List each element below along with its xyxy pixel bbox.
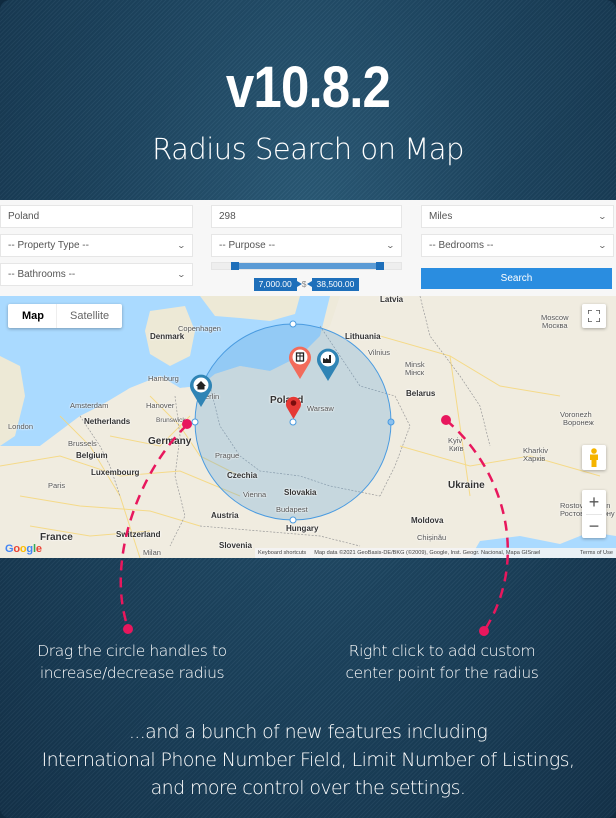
map-type-satellite[interactable]: Satellite [56, 304, 122, 328]
price-range-fill [231, 263, 384, 269]
unit-select[interactable]: Miles ⌄ [421, 205, 614, 228]
street-view-pegman-icon [590, 447, 598, 467]
price-max-label: 38,500.00 [306, 277, 360, 291]
location-input[interactable]: Poland [0, 205, 193, 228]
search-button[interactable]: Search [421, 268, 612, 289]
map-type-map[interactable]: Map [8, 304, 56, 328]
keyboard-shortcuts-link[interactable]: Keyboard shortcuts [258, 550, 306, 556]
purpose-select[interactable]: -- Purpose -- ⌄ [211, 234, 402, 257]
zoom-in-button[interactable]: + [589, 490, 600, 514]
map-attribution: Keyboard shortcuts Map data ©2021 GeoBas… [255, 548, 616, 558]
radius-handle-top [289, 320, 297, 328]
fullscreen-icon [588, 310, 600, 322]
left-caption: Drag the circle handles to increase/decr… [14, 640, 250, 684]
left-caption-line2: increase/decrease radius [39, 664, 225, 682]
terms-of-use-link[interactable]: Terms of Use [580, 550, 613, 556]
price-range-slider[interactable] [211, 262, 402, 270]
right-callout-dot-bottom [479, 626, 489, 636]
map-view[interactable]: Latvia Denmark Copenhagen Lithuania Viln… [0, 296, 616, 558]
chevron-down-icon: ⌄ [176, 270, 187, 279]
right-caption-line2: center point for the radius [345, 664, 539, 682]
zoom-out-button[interactable]: − [589, 515, 600, 538]
map-data-credit: Map data ©2021 GeoBasis-DE/BKG (©2009), … [314, 550, 541, 556]
footer-line3: and more control over the settings. [150, 777, 466, 799]
radius-value: 298 [219, 211, 236, 222]
bedrooms-selected: -- Bedrooms -- [429, 240, 494, 251]
hero: v10.8.2 Radius Search on Map [0, 0, 616, 200]
chevron-down-icon: ⌄ [597, 241, 608, 250]
price-max-handle[interactable] [375, 262, 384, 270]
footer-line1: ...and a bunch of new features including [128, 721, 488, 743]
left-callout-dot-bottom [123, 624, 133, 634]
radius-handle-bottom [289, 516, 297, 524]
version-title: v10.8.2 [225, 55, 391, 120]
right-caption: Right click to add custom center point f… [320, 640, 564, 684]
chevron-down-icon: ⌄ [385, 241, 396, 250]
feature-subtitle: Radius Search on Map [152, 132, 464, 166]
bedrooms-select[interactable]: -- Bedrooms -- ⌄ [421, 234, 614, 257]
radius-handle-right [387, 418, 395, 426]
radius-handles [191, 320, 395, 524]
price-min-label: 7,000.00 [253, 277, 302, 291]
location-value: Poland [8, 211, 40, 222]
fullscreen-button[interactable] [582, 304, 606, 328]
zoom-control: + − [582, 490, 606, 538]
bathrooms-select[interactable]: -- Bathrooms -- ⌄ [0, 263, 193, 286]
purpose-selected: -- Purpose -- [219, 240, 276, 251]
bathrooms-selected: -- Bathrooms -- [8, 269, 76, 280]
radius-handle-left [191, 418, 199, 426]
promo-page: v10.8.2 Radius Search on Map Poland 298 … [0, 0, 616, 818]
chevron-down-icon: ⌄ [597, 212, 608, 221]
radius-input[interactable]: 298 [211, 205, 402, 228]
chevron-down-icon: ⌄ [176, 241, 187, 250]
google-logo: Google [5, 543, 42, 555]
price-range-labels: 7,000.00 $ 38,500.00 [211, 277, 402, 291]
property-type-selected: -- Property Type -- [8, 240, 89, 251]
price-min-handle[interactable] [231, 262, 240, 270]
street-view-button[interactable] [582, 445, 606, 470]
right-caption-line1: Right click to add custom [348, 642, 536, 660]
property-type-select[interactable]: -- Property Type -- ⌄ [0, 234, 193, 257]
left-caption-line1: Drag the circle handles to [37, 642, 227, 660]
footer-line2: International Phone Number Field, Limit … [41, 749, 575, 771]
unit-selected: Miles [429, 211, 453, 222]
map-type-control: Map Satellite [8, 304, 123, 328]
radius-handle-center [289, 418, 297, 426]
footer-features: ...and a bunch of new features including… [0, 718, 616, 802]
